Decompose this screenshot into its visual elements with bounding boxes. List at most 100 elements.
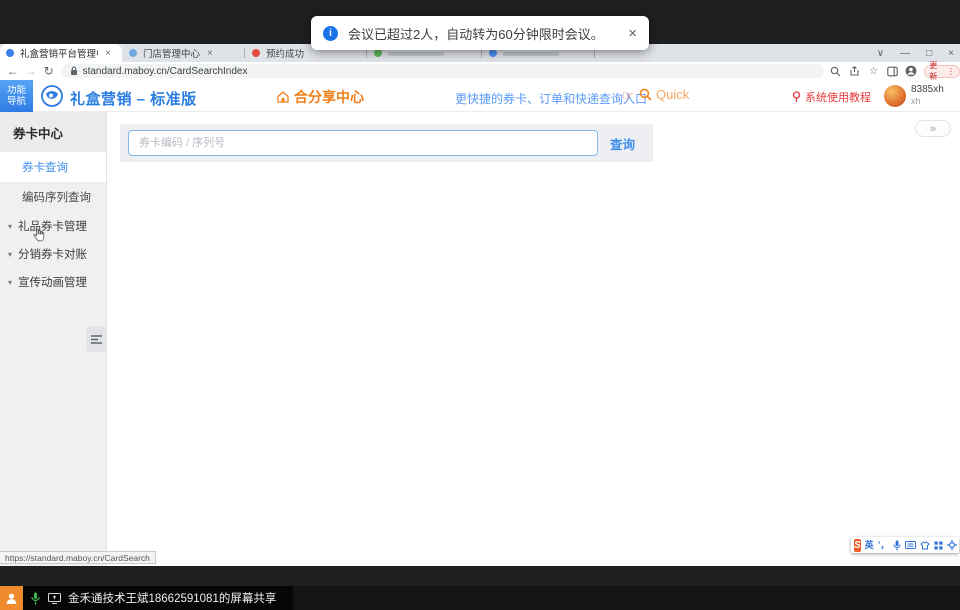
- zoom-icon[interactable]: [830, 65, 842, 77]
- tab-close-icon[interactable]: ×: [105, 48, 111, 59]
- function-nav-toggle[interactable]: 功能 导航: [0, 80, 33, 112]
- mouse-hand-cursor: [32, 228, 45, 248]
- taskbar: 金禾通技术王斌18662591081的屏幕共享: [0, 586, 960, 610]
- sidebar-group-gift-card-mgmt[interactable]: ▾ 礼品券卡管理: [0, 212, 106, 240]
- tab-favicon: [6, 49, 14, 57]
- quick-label: Quick: [656, 87, 689, 102]
- ime-mic-icon[interactable]: [893, 540, 901, 551]
- panel-expand-button[interactable]: »: [915, 120, 951, 137]
- status-bar-link: https://standard.maboy.cn/CardSearch: [0, 551, 156, 564]
- sidebar: 券卡中心 券卡查询 编码序列查询 ▾ 礼品券卡管理 ▾ 分销券卡对账 ▾ 宣传动…: [0, 112, 107, 566]
- sidebar-title: 券卡中心: [0, 112, 106, 152]
- magnifier-icon: [639, 88, 652, 101]
- tab-store-admin[interactable]: 门店管理中心 ×: [123, 44, 243, 62]
- sogou-ime-toolbar: S 英 ’，: [851, 537, 959, 553]
- address-bar[interactable]: standard.maboy.cn/CardSearchIndex: [62, 64, 824, 78]
- quick-search-link[interactable]: Quick: [639, 87, 689, 102]
- window-minimize-icon[interactable]: —: [900, 48, 910, 59]
- nav-toggle-label: 导航: [7, 96, 26, 107]
- chrome-update-button[interactable]: 更新 ⋮: [924, 65, 960, 78]
- reload-icon[interactable]: ↻: [40, 64, 58, 78]
- main-panel: » 查询: [107, 112, 960, 566]
- pin-icon: [792, 91, 801, 103]
- window-restore-icon[interactable]: □: [926, 48, 932, 59]
- sidebar-item-card-search[interactable]: 券卡查询: [0, 152, 106, 182]
- tab-title: 预约成功: [266, 46, 304, 60]
- tab-favicon: [489, 49, 497, 57]
- sidebar-item-label: 券卡查询: [22, 159, 68, 175]
- tab-title: 礼盒营销平台管理中心: [20, 46, 98, 60]
- update-label: 更新: [929, 60, 945, 82]
- hamburger-icon: [91, 335, 102, 344]
- chevron-down-icon: ▾: [8, 250, 12, 259]
- sidebar-item-label: 分销券卡对账: [18, 246, 87, 262]
- user-subname: xh: [911, 96, 921, 106]
- tab-favicon: [252, 49, 260, 57]
- back-icon[interactable]: ←: [4, 64, 22, 78]
- forward-icon[interactable]: →: [22, 64, 40, 78]
- app-header: 功能 导航 礼盒营销 – 标准版 合分享中心 更快捷的券卡、订单和快递查询入口 …: [0, 80, 960, 112]
- tab-favicon: [129, 49, 137, 57]
- screen-share-icon: [48, 593, 61, 604]
- card-search-input[interactable]: [128, 130, 598, 156]
- meeting-toast: i 会议已超过2人，自动转为60分钟限时会议。 ×: [311, 16, 649, 50]
- tab-title-obscured: [388, 52, 444, 56]
- tab-close-icon[interactable]: ×: [207, 48, 213, 59]
- toolbar-actions: ☆ 更新 ⋮: [830, 65, 960, 78]
- sidebar-item-code-sequence-search[interactable]: 编码序列查询: [0, 182, 106, 212]
- user-avatar[interactable]: [884, 85, 906, 107]
- sidebar-item-label: 编码序列查询: [22, 189, 91, 205]
- info-icon: i: [323, 26, 338, 41]
- sogou-logo-icon[interactable]: S: [854, 539, 861, 552]
- ime-keyboard-icon[interactable]: [905, 541, 916, 549]
- window-close-icon[interactable]: ×: [948, 48, 954, 59]
- sidebar-group-promo-animation-mgmt[interactable]: ▾ 宣传动画管理: [0, 268, 106, 296]
- browser-window: 礼盒营销平台管理中心 × 门店管理中心 × 预约成功 ∨ — □ ×: [0, 44, 960, 566]
- page-content: 券卡中心 券卡查询 编码序列查询 ▾ 礼品券卡管理 ▾ 分销券卡对账 ▾ 宣传动…: [0, 112, 960, 566]
- participant-icon: [0, 586, 23, 610]
- card-search-panel: 查询: [120, 124, 653, 162]
- brand-logo-icon: [41, 85, 63, 112]
- ime-toolbox-icon[interactable]: [934, 541, 943, 550]
- chevron-down-icon: ▾: [8, 278, 12, 287]
- tab-separator: [244, 48, 245, 58]
- toast-close-icon[interactable]: ×: [626, 25, 639, 42]
- ime-skin-icon[interactable]: [920, 541, 930, 550]
- toast-message: 会议已超过2人，自动转为60分钟限时会议。: [348, 24, 604, 43]
- tab-title: 门店管理中心: [143, 46, 200, 60]
- user-name: 8385xh: [911, 84, 944, 95]
- padlock-icon: [70, 66, 78, 76]
- side-panel-icon[interactable]: [886, 65, 898, 77]
- tab-title-obscured: [503, 52, 559, 56]
- quick-entry-tip: 更快捷的券卡、订单和快递查询入口: [455, 90, 647, 107]
- search-button[interactable]: 查询: [610, 124, 635, 162]
- nav-toggle-label: 功能: [7, 85, 26, 96]
- tab-gift-admin[interactable]: 礼盒营销平台管理中心 ×: [0, 44, 122, 62]
- ime-settings-gear-icon[interactable]: [947, 540, 957, 550]
- ime-punctuation-toggle[interactable]: ’，: [878, 541, 890, 550]
- tutorial-label: 系统使用教程: [805, 89, 871, 105]
- app-title: 礼盒营销 – 标准版: [70, 88, 197, 109]
- bookmark-star-icon[interactable]: ☆: [868, 65, 880, 77]
- pointing-finger-icon: ☞: [622, 88, 634, 104]
- screen-share-chip: 金禾通技术王斌18662591081的屏幕共享: [0, 586, 293, 610]
- microphone-icon: [31, 592, 40, 605]
- share-icon[interactable]: [849, 65, 861, 77]
- sidebar-item-label: 礼品券卡管理: [18, 218, 87, 234]
- sidebar-item-label: 宣传动画管理: [18, 274, 87, 290]
- house-icon: [276, 90, 290, 104]
- browser-toolbar: ← → ↻ standard.maboy.cn/CardSearchIndex …: [0, 62, 960, 80]
- tab-favicon: [374, 49, 382, 57]
- profile-avatar-icon[interactable]: [905, 65, 917, 77]
- tutorial-link[interactable]: 系统使用教程: [792, 89, 871, 105]
- url-text: standard.maboy.cn/CardSearchIndex: [83, 66, 248, 77]
- share-center-label: 合分享中心: [294, 87, 364, 107]
- window-menu-icon[interactable]: ∨: [877, 48, 884, 59]
- chevron-down-icon: ▾: [8, 222, 12, 231]
- ime-language-toggle[interactable]: 英: [865, 541, 874, 550]
- sidebar-group-distribution-reconciliation[interactable]: ▾ 分销券卡对账: [0, 240, 106, 268]
- screen-share-text: 金禾通技术王斌18662591081的屏幕共享: [68, 590, 276, 606]
- sidebar-collapse-toggle[interactable]: [86, 326, 107, 352]
- share-center-link[interactable]: 合分享中心: [276, 87, 364, 107]
- more-vert-icon: ⋮: [947, 67, 955, 76]
